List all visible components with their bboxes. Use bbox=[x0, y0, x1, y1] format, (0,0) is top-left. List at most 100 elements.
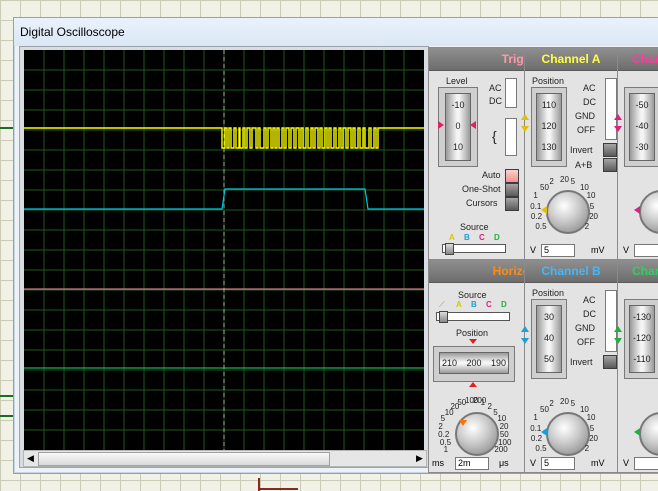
dial-scale-label: 1 bbox=[480, 398, 486, 408]
dial-scale-label: 10 bbox=[586, 413, 596, 423]
channel-d-up-arrow bbox=[614, 326, 622, 332]
position-tick: -40 bbox=[635, 121, 649, 131]
channel-a-panel: Channel A Position 110 120 130 AC DC GND… bbox=[521, 47, 618, 261]
level-tick: -10 bbox=[451, 100, 465, 110]
channel-b-value-field[interactable]: 5 bbox=[541, 457, 575, 470]
channel-d-position-drum[interactable]: -130 -120 -110 bbox=[629, 305, 655, 373]
scroll-thumb[interactable] bbox=[38, 452, 330, 466]
auto-button[interactable] bbox=[505, 169, 519, 183]
level-drum[interactable]: -10 0 10 bbox=[445, 93, 471, 161]
edge-switch[interactable] bbox=[505, 118, 517, 156]
channel-b-unit-right: mV bbox=[591, 458, 605, 468]
channel-c-title: Char bbox=[632, 52, 658, 66]
channel-a-position-drum[interactable]: 110 120 130 bbox=[536, 93, 562, 161]
dial-scale-label: 0.2 bbox=[530, 434, 543, 444]
dial-scale-label: 2 bbox=[584, 444, 590, 454]
channel-a-mode-ac: AC bbox=[583, 83, 596, 93]
horizontal-marker-bottom bbox=[469, 382, 477, 387]
channel-a-mode-off: OFF bbox=[577, 125, 595, 135]
dial-scale-label: 1 bbox=[533, 413, 538, 423]
dial-scale-label: 0.5 bbox=[439, 437, 452, 447]
oscilloscope-window: Digital Oscilloscope ◀ ▶ Trigger Level -… bbox=[13, 17, 658, 474]
trigger-source-label: Source bbox=[460, 222, 489, 232]
channel-a-position-label: Position bbox=[532, 76, 565, 86]
channel-a-mode-gnd: GND bbox=[575, 111, 595, 121]
scroll-right-button[interactable]: ▶ bbox=[413, 451, 426, 466]
dial-scale-label: 20 bbox=[589, 212, 598, 222]
channel-d-value-field[interactable] bbox=[634, 457, 658, 470]
channel-a-header: Channel A bbox=[525, 48, 617, 71]
title-bar[interactable]: Digital Oscilloscope bbox=[14, 18, 658, 46]
position-tick: -30 bbox=[635, 142, 649, 152]
channel-d-volts-knob[interactable] bbox=[639, 412, 658, 456]
dial-scale-label: 2 bbox=[549, 398, 554, 408]
channel-b-title: Channel B bbox=[541, 264, 601, 278]
position-tick: 30 bbox=[543, 312, 554, 322]
horizontal-position-drum[interactable]: 210 200 190 bbox=[439, 352, 509, 374]
channel-d-unit-left: V bbox=[623, 458, 630, 468]
edge-brace-icon: { bbox=[492, 128, 497, 144]
hsource-d: D bbox=[501, 300, 507, 309]
source-c: C bbox=[479, 233, 485, 242]
cursors-button[interactable] bbox=[505, 197, 519, 211]
scope-display bbox=[24, 50, 424, 450]
position-tick: 40 bbox=[543, 333, 554, 343]
position-tick: 120 bbox=[541, 121, 557, 131]
channel-c-value-field[interactable] bbox=[634, 244, 658, 257]
auto-label: Auto bbox=[482, 170, 501, 180]
channel-b-invert-label: Invert bbox=[570, 357, 593, 367]
scroll-left-button[interactable]: ◀ bbox=[24, 451, 37, 466]
channel-b-header: Channel B bbox=[525, 260, 617, 283]
horizontal-source-slider[interactable] bbox=[436, 311, 510, 323]
horizontal-timebase-knob[interactable] bbox=[455, 412, 499, 456]
source-d: D bbox=[494, 233, 500, 242]
channel-b-volts-knob[interactable] bbox=[546, 412, 590, 456]
dial-scale-label: 0.1 bbox=[530, 201, 542, 211]
level-label: Level bbox=[446, 76, 468, 86]
horizontal-knob-marker bbox=[459, 420, 467, 426]
coupling-switch[interactable] bbox=[505, 78, 517, 108]
horizontal-position-label: Position bbox=[456, 328, 489, 338]
channel-a-unit-left: V bbox=[530, 245, 537, 255]
level-tick: 0 bbox=[455, 121, 461, 131]
channel-a-down-arrow bbox=[521, 126, 529, 132]
channel-d-title: Char bbox=[632, 264, 658, 278]
dial-scale-label: 0.1 bbox=[530, 423, 542, 433]
dial-scale-label: 5 bbox=[570, 176, 576, 186]
ramp-icon: ⟋ bbox=[439, 300, 445, 309]
position-tick: 110 bbox=[541, 100, 557, 110]
horizontal-value-field[interactable]: 2m bbox=[455, 457, 489, 470]
schematic-wire bbox=[258, 488, 298, 490]
dial-scale-label: 5 bbox=[589, 201, 595, 211]
channel-c-panel: Char -50 -40 -30 V bbox=[614, 47, 658, 261]
horizontal-scrollbar[interactable]: ◀ ▶ bbox=[23, 450, 427, 467]
channel-a-invert-button[interactable] bbox=[603, 143, 617, 157]
channel-b-invert-button[interactable] bbox=[603, 355, 617, 369]
horizontal-marker-top bbox=[469, 339, 477, 344]
position-tick: -130 bbox=[632, 312, 651, 322]
schematic-wire bbox=[0, 395, 13, 397]
channel-c-position-drum[interactable]: -50 -40 -30 bbox=[629, 93, 655, 161]
channel-d-down-arrow bbox=[614, 338, 622, 344]
dial-scale-label: 50 bbox=[540, 404, 549, 414]
dial-scale-label: 2 bbox=[487, 402, 492, 412]
channel-a-volts-knob[interactable] bbox=[546, 190, 590, 234]
dial-scale-label: 2 bbox=[584, 222, 590, 232]
one-shot-button[interactable] bbox=[505, 183, 519, 197]
channel-a-unit-right: mV bbox=[591, 245, 605, 255]
dial-scale-label: 0.5 bbox=[535, 222, 547, 232]
channel-c-down-arrow bbox=[614, 126, 622, 132]
channel-b-position-drum[interactable]: 30 40 50 bbox=[536, 305, 562, 373]
channel-c-volts-knob[interactable] bbox=[639, 190, 658, 234]
channel-b-mode-dc: DC bbox=[583, 309, 596, 319]
channel-d-panel: Char -130 -120 -110 V bbox=[614, 259, 658, 473]
channel-a-title: Channel A bbox=[541, 52, 601, 66]
channel-a-aplusb-button[interactable] bbox=[603, 158, 617, 172]
channel-a-value-field[interactable]: 5 bbox=[541, 244, 575, 257]
channel-a-invert-label: Invert bbox=[570, 145, 593, 155]
one-shot-label: One-Shot bbox=[462, 184, 501, 194]
trigger-source-slider[interactable] bbox=[442, 243, 506, 255]
channel-c-unit-left: V bbox=[623, 245, 630, 255]
position-tick: -120 bbox=[632, 333, 651, 343]
channel-b-unit-left: V bbox=[530, 458, 537, 468]
